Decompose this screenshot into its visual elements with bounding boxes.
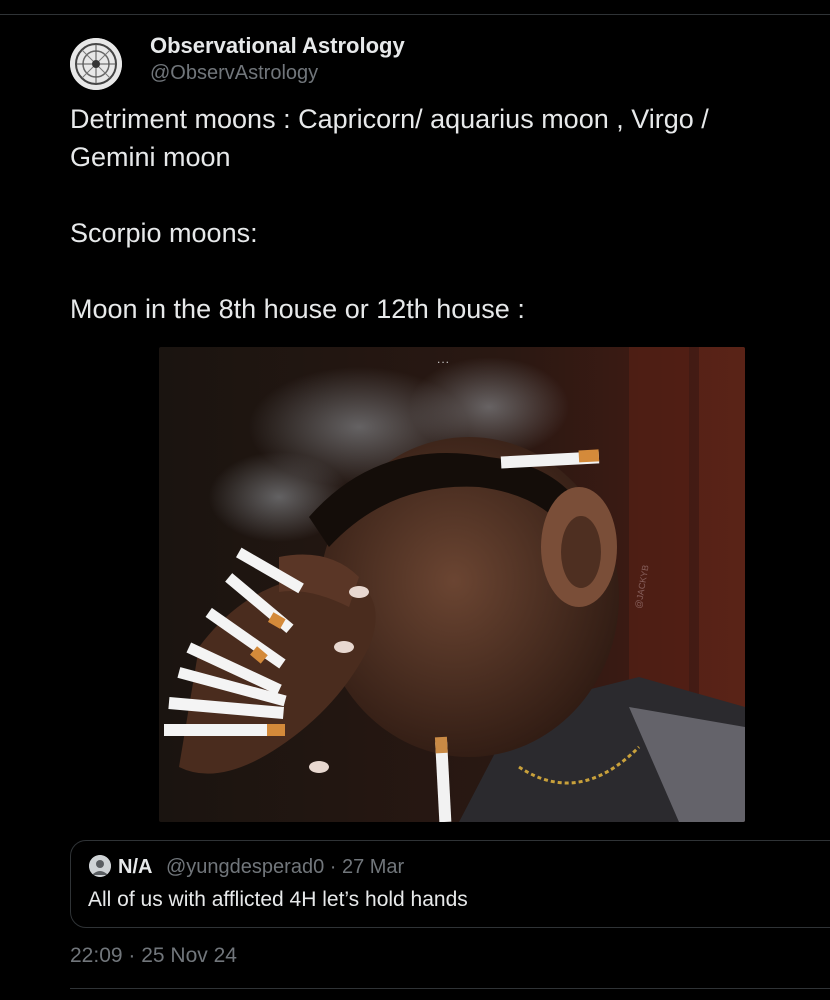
tweet-timestamp[interactable]: 22:09 · 25 Nov 24 [70, 944, 237, 968]
quote-author-handle: @yungdesperad0 · 27 Mar [166, 856, 405, 878]
author-name[interactable]: Observational Astrology [150, 33, 405, 59]
author-handle[interactable]: @ObservAstrology [150, 62, 318, 85]
meme-photo: @JACKYB [159, 347, 745, 822]
quote-text: All of us with afflicted 4H let’s hold h… [88, 888, 468, 911]
zodiac-wheel-icon [70, 38, 122, 90]
quote-author-avatar [89, 855, 111, 877]
tweet-text: Detriment moons : Capricorn/ aquarius mo… [70, 100, 800, 328]
quoted-tweet[interactable]: N/A @yungdesperad0 · 27 Mar All of us wi… [70, 840, 830, 928]
top-divider [0, 14, 830, 15]
media-overlay-dots: ... [437, 352, 451, 366]
tweet-line: Detriment moons : Capricorn/ aquarius mo… [70, 104, 709, 172]
bottom-divider [70, 988, 830, 989]
tweet-line: Scorpio moons: [70, 218, 258, 248]
tweet-image[interactable]: @JACKYB [159, 347, 745, 822]
tweet-line: Moon in the 8th house or 12th house : [70, 294, 525, 324]
author-avatar[interactable] [70, 38, 122, 90]
user-avatar-icon [89, 855, 111, 877]
quote-author-name: N/A [118, 856, 153, 878]
